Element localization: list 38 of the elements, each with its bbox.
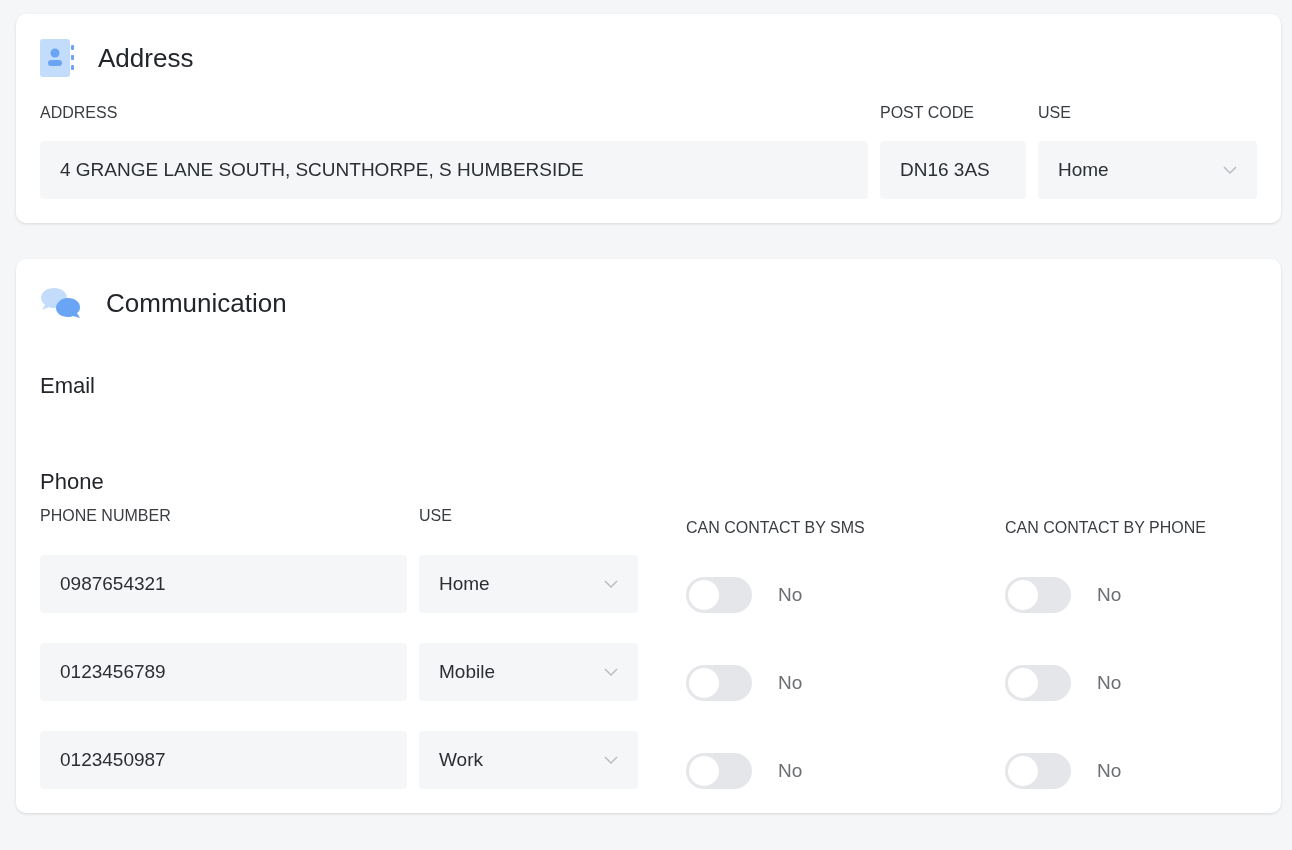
toggle-switch[interactable] <box>1005 753 1071 789</box>
contact-book-icon <box>40 39 74 77</box>
chevron-down-icon <box>604 580 618 588</box>
use-dropdown[interactable]: Home <box>1038 141 1257 199</box>
subsection-heading: Email <box>40 373 96 399</box>
toggle-label: No <box>1097 760 1122 782</box>
toggle-switch[interactable] <box>686 665 752 701</box>
field-label: PHONE NUMBER <box>40 507 172 525</box>
toggle-label: No <box>778 760 803 782</box>
use-dropdown[interactable]: Mobile <box>419 643 638 701</box>
field-label: POST CODE <box>880 104 975 122</box>
toggle-label: No <box>778 584 803 606</box>
chevron-down-icon <box>604 756 618 764</box>
field-label: USE <box>1038 104 1072 122</box>
phone-number-field[interactable]: 0987654321 <box>40 555 407 613</box>
field-label: CAN CONTACT BY PHONE <box>1004 519 1207 537</box>
phone-number-field[interactable]: 0123450987 <box>40 731 407 789</box>
address-field[interactable]: 4 GRANGE LANE SOUTH, SCUNTHORPE, S HUMBERSIDE <box>40 141 868 199</box>
toggle-switch[interactable] <box>686 577 752 613</box>
field-label: CAN CONTACT BY SMS <box>685 519 866 537</box>
chevron-down-icon <box>1223 166 1237 174</box>
toggle-label: No <box>1097 672 1122 694</box>
toggle-switch[interactable] <box>686 753 752 789</box>
chat-bubbles-icon <box>40 286 82 320</box>
subsection-heading: Phone <box>40 469 105 495</box>
field-label: USE <box>419 507 453 525</box>
toggle-switch[interactable] <box>1005 577 1071 613</box>
toggle-label: No <box>1097 584 1122 606</box>
use-dropdown[interactable]: Work <box>419 731 638 789</box>
post-code-field[interactable]: DN16 3AS <box>880 141 1026 199</box>
phone-number-field[interactable]: 0123456789 <box>40 643 407 701</box>
section-title: Communication <box>106 287 287 319</box>
chevron-down-icon <box>604 668 618 676</box>
section-title: Address <box>98 42 194 74</box>
use-dropdown[interactable]: Home <box>419 555 638 613</box>
toggle-label: No <box>778 672 803 694</box>
field-label: ADDRESS <box>40 104 119 122</box>
toggle-switch[interactable] <box>1005 665 1071 701</box>
